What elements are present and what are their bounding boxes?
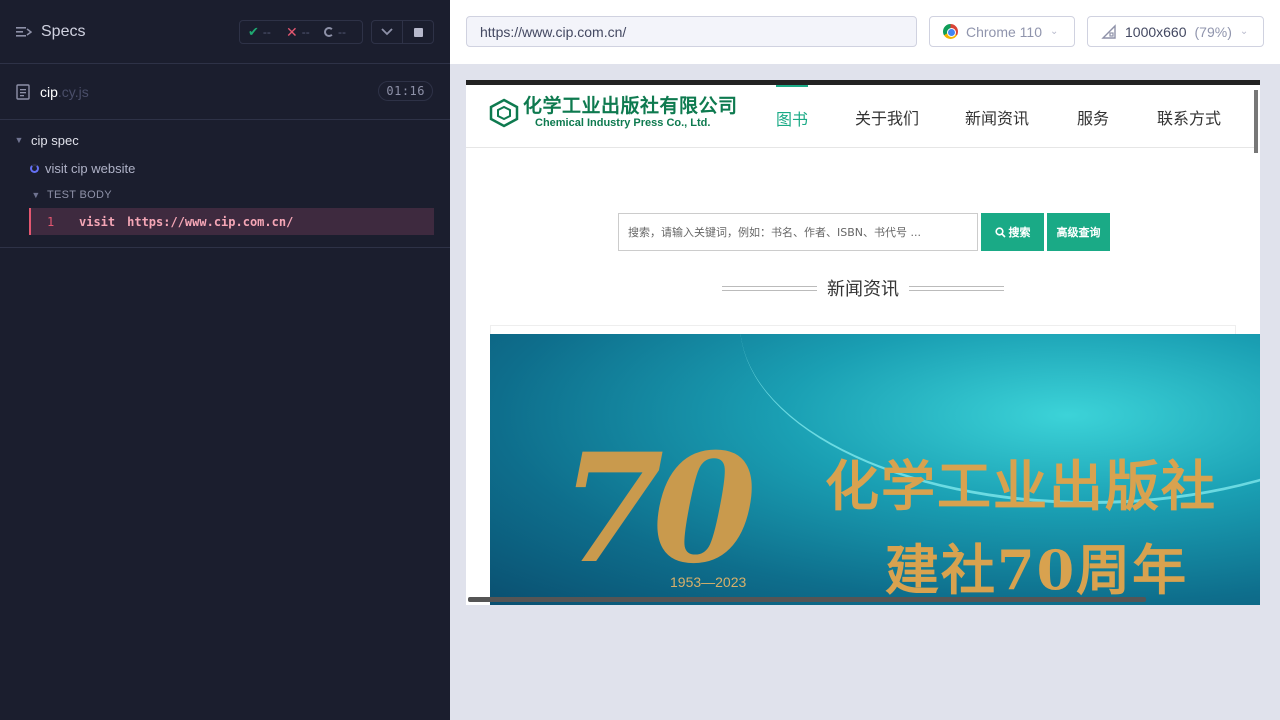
pending-icon: [324, 27, 334, 37]
spec-file-name: cip.cy.js: [40, 83, 89, 100]
nav-services[interactable]: 服务: [1077, 85, 1109, 148]
specs-list-icon: [16, 26, 32, 37]
nav-contact[interactable]: 联系方式: [1157, 85, 1221, 148]
logo-en: Chemical Industry Press Co., Ltd.: [535, 117, 711, 129]
failed-count: --: [301, 25, 310, 39]
command-message: https://www.cip.com.cn/: [127, 214, 294, 229]
site-navbar: 化学工业出版社有限公司 Chemical Industry Press Co.,…: [466, 85, 1258, 153]
test-title: visit cip website: [45, 160, 136, 176]
nav-news[interactable]: 新闻资讯: [965, 85, 1029, 148]
test-row[interactable]: visit cip website: [0, 154, 450, 182]
command-row[interactable]: 1 visit https://www.cip.com.cn/: [29, 208, 434, 235]
banner-years: 1953—2023: [670, 574, 747, 590]
vertical-scrollbar[interactable]: [1254, 90, 1258, 153]
pending-stat: --: [324, 25, 362, 39]
chevron-down-icon: ⌄: [1050, 26, 1059, 37]
site-logo[interactable]: 化学工业出版社有限公司 Chemical Industry Press Co.,…: [489, 97, 738, 129]
url-bar[interactable]: https://www.cip.com.cn/: [466, 16, 917, 47]
browser-label: Chrome 110: [966, 23, 1043, 40]
chevron-down-icon: ▼: [31, 190, 41, 200]
news-section-title: 新闻资讯: [827, 279, 899, 299]
specs-title: Specs: [41, 22, 86, 40]
search-button[interactable]: 搜索: [981, 213, 1044, 251]
specs-toggle[interactable]: Specs: [16, 23, 85, 41]
heading-divider-right: [909, 285, 1004, 291]
news-section-heading: 新闻资讯: [720, 276, 1006, 300]
test-tree: ▼ cip spec visit cip website ▼ TEST BODY…: [0, 120, 450, 248]
passed-stat: ✔ --: [248, 24, 286, 40]
command-number: 1: [47, 214, 55, 229]
pending-count: --: [338, 25, 346, 39]
nav-about[interactable]: 关于我们: [855, 85, 919, 148]
suite-title: cip spec: [31, 132, 79, 148]
search-input[interactable]: 搜索，请输入关键词，例如：书名、作者、ISBN、书代号 ...: [618, 213, 978, 251]
running-spinner-icon: [30, 163, 39, 173]
ruler-icon: [1101, 23, 1116, 39]
zoom-level: (79%): [1194, 23, 1232, 40]
viewport-size: 1000x660: [1125, 23, 1187, 40]
horizontal-scrollbar[interactable]: [468, 597, 1146, 602]
stats-bar: ✔ -- ✕ -- --: [239, 20, 363, 44]
banner-title-line2: 建社70周年: [885, 538, 1189, 602]
chevron-down-icon: ▼: [14, 135, 24, 145]
advanced-search-button[interactable]: 高级查询: [1047, 213, 1110, 251]
banner-title-line1: 化学工业出版社: [825, 454, 1217, 518]
nav-books[interactable]: 图书: [776, 85, 809, 148]
passed-count: --: [262, 25, 271, 39]
aut-iframe: 化学工业出版社有限公司 Chemical Industry Press Co.,…: [466, 80, 1260, 605]
options-button[interactable]: [372, 21, 402, 43]
run-controls: [371, 20, 434, 44]
stop-button[interactable]: [402, 21, 433, 43]
suite-row[interactable]: ▼ cip spec: [0, 126, 450, 154]
chevron-down-icon: ⌄: [1239, 26, 1249, 37]
browser-selector[interactable]: Chrome 110 ⌄: [929, 16, 1075, 47]
cip-logo-icon: [489, 98, 519, 128]
search-button-label: 搜索: [1008, 227, 1031, 239]
failed-stat: ✕ --: [286, 24, 324, 41]
reporter-panel: Specs ✔ -- ✕ -- -- cip.cy.js 01:16 ▼ cip…: [0, 0, 450, 720]
chevron-down-icon: [381, 28, 393, 36]
search-icon: [994, 226, 1006, 238]
viewport-info[interactable]: 1000x660 (79%) ⌄: [1087, 16, 1264, 47]
check-icon: ✔: [248, 24, 259, 39]
run-duration: 01:16: [378, 81, 433, 101]
spec-file-row[interactable]: cip.cy.js 01:16: [0, 64, 450, 120]
reporter-header: Specs ✔ -- ✕ -- --: [0, 0, 450, 64]
document-icon: [16, 83, 30, 100]
test-body-label: TEST BODY: [47, 189, 112, 201]
x-icon: ✕: [286, 23, 298, 40]
chrome-icon: [943, 24, 958, 39]
logo-cn: 化学工业出版社有限公司: [523, 96, 738, 117]
heading-divider-left: [722, 285, 817, 291]
anniversary-banner[interactable]: 70 1953—2023 化学工业出版社 建社70周年: [490, 334, 1260, 605]
logo-text: 化学工业出版社有限公司 Chemical Industry Press Co.,…: [523, 96, 738, 130]
command-name: visit: [79, 214, 116, 229]
spec-file-ext: .cy.js: [57, 83, 89, 100]
aut-header: https://www.cip.com.cn/ Chrome 110 ⌄ 100…: [450, 0, 1280, 64]
banner-70-emblem: 70: [560, 421, 757, 597]
stop-icon: [413, 27, 423, 37]
test-body-toggle[interactable]: ▼ TEST BODY: [0, 182, 450, 208]
search-area: 搜索，请输入关键词，例如：书名、作者、ISBN、书代号 ... 搜索 高级查询: [618, 213, 1110, 251]
